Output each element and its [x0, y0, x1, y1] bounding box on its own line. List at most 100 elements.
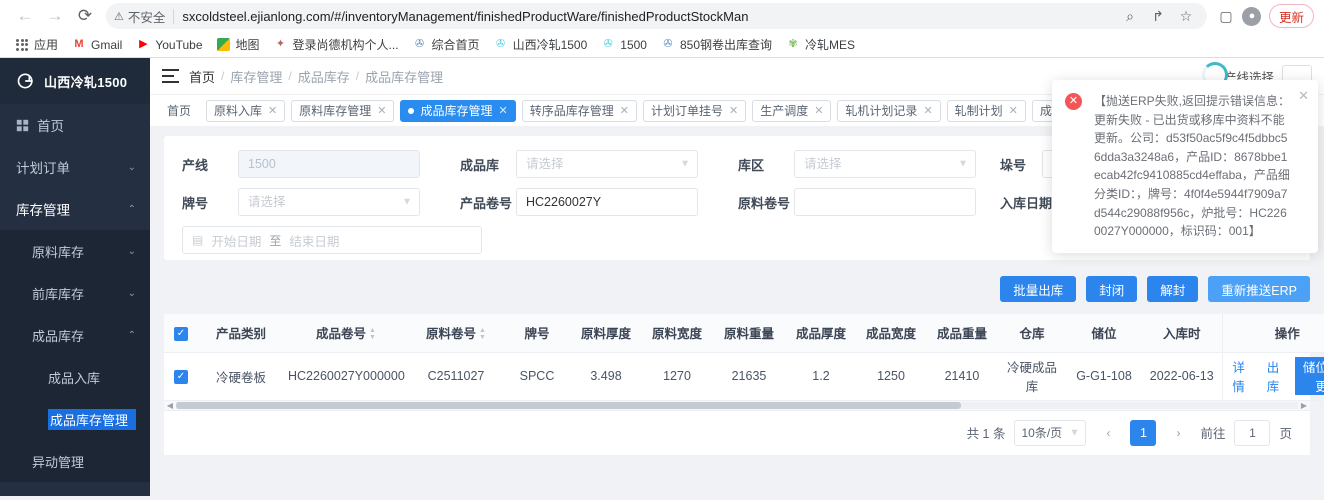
- close-icon[interactable]: ✕: [814, 104, 823, 117]
- tab-finished-stock-man[interactable]: 成品库存管理 ✕: [400, 99, 516, 122]
- breadcrumb-item[interactable]: 成品库存管理: [365, 67, 443, 86]
- sort-icon[interactable]: ▲ ▼: [369, 327, 376, 341]
- breadcrumb-item[interactable]: 首页: [189, 67, 215, 86]
- sidebar-item-finished-stock[interactable]: 成品库存 ⌃: [0, 314, 150, 356]
- prev-page-button[interactable]: ‹: [1095, 420, 1121, 446]
- tab-plan-order-hang[interactable]: 计划订单挂号 ✕: [642, 99, 747, 122]
- close-icon[interactable]: ✕: [620, 104, 629, 117]
- sidebar-item-change-management[interactable]: 异动管理: [0, 440, 150, 482]
- address-bar[interactable]: ⚠ 不安全 sxcoldsteel.ejianlong.com/#/invent…: [106, 3, 1207, 29]
- insecure-indicator[interactable]: ⚠ 不安全: [114, 7, 165, 26]
- select-all-checkbox[interactable]: ✓: [174, 326, 188, 341]
- close-icon[interactable]: ✕: [729, 104, 738, 117]
- bookmark-shangde[interactable]: ✦ 登录尚德机构个人...: [267, 34, 406, 55]
- reload-icon[interactable]: ⟳: [70, 2, 100, 30]
- row-checkbox[interactable]: ✓: [174, 370, 188, 384]
- tab-transfer-stock-man[interactable]: 转序品库存管理 ✕: [521, 99, 637, 122]
- table-horizontal-scrollbar[interactable]: ◀ ▶: [164, 400, 1310, 411]
- sidebar-item-label: 原料库存: [32, 244, 85, 260]
- end-date-placeholder[interactable]: 结束日期: [289, 231, 339, 250]
- tab-production-schedule[interactable]: 生产调度 ✕: [752, 99, 832, 122]
- jump-page-input[interactable]: [1234, 419, 1271, 446]
- bookmark-1500[interactable]: ✇ 1500: [594, 36, 654, 54]
- close-icon[interactable]: ✕: [377, 104, 386, 117]
- sort-icon[interactable]: ▲ ▼: [479, 327, 486, 341]
- close-icon[interactable]: ✕: [1009, 104, 1018, 117]
- close-icon[interactable]: ✕: [923, 104, 932, 117]
- forward-icon[interactable]: →: [40, 2, 70, 30]
- bookmark-lengzha-mes[interactable]: ✾ 冷轧MES: [779, 34, 862, 55]
- scroll-right-icon[interactable]: ▶: [1298, 401, 1310, 410]
- sidebar-item-finished-stock-man[interactable]: 成品库存管理: [0, 398, 150, 440]
- table-row[interactable]: ✓ 冷硬卷板 HC2260027Y000000 C2511027 SPCC 3.…: [164, 352, 1324, 401]
- chanpinjuanhao-input[interactable]: [516, 188, 698, 216]
- kuqu-select[interactable]: [794, 150, 976, 178]
- close-icon[interactable]: ✕: [499, 104, 508, 117]
- unseal-button[interactable]: 解封: [1147, 276, 1199, 302]
- chengpinku-field[interactable]: ▼: [516, 150, 698, 178]
- seal-button[interactable]: 封闭: [1086, 276, 1138, 302]
- chevron-down-icon: ⌄: [127, 245, 136, 257]
- bookmark-apps[interactable]: 应用: [8, 34, 65, 55]
- location-change-link[interactable]: 储位变更: [1295, 357, 1324, 395]
- bookmark-star-icon[interactable]: ☆: [1173, 3, 1199, 29]
- bookmark-gmail[interactable]: M Gmail: [65, 36, 129, 54]
- sidebar-item-front-stock[interactable]: 前库库存 ⌄: [0, 272, 150, 314]
- breadcrumb-item[interactable]: 库存管理: [230, 67, 282, 86]
- url-text[interactable]: sxcoldsteel.ejianlong.com/#/inventoryMan…: [182, 9, 1117, 24]
- kuqu-field[interactable]: ▼: [794, 150, 976, 178]
- yuanliaojuanhao-input[interactable]: [794, 188, 976, 216]
- row-select-cell[interactable]: ✓: [164, 352, 198, 401]
- sidebar-item-inventory-management[interactable]: 库存管理 ⌃: [0, 188, 150, 230]
- sidebar-item-home[interactable]: 首页: [0, 104, 150, 146]
- yuanliaojuanhao-field[interactable]: [794, 188, 976, 216]
- bookmark-maps[interactable]: 地图: [210, 34, 267, 55]
- back-icon[interactable]: ←: [10, 2, 40, 30]
- search-icon[interactable]: ⌕: [1117, 3, 1143, 29]
- repush-erp-button[interactable]: 重新推送ERP: [1208, 276, 1310, 302]
- detail-link[interactable]: 详情: [1227, 357, 1251, 395]
- sidebar-item-raw-stock[interactable]: 原料库存 ⌄: [0, 230, 150, 272]
- close-icon[interactable]: ✕: [268, 104, 277, 117]
- bookmark-steel850[interactable]: ✇ 850钢卷出库查询: [654, 34, 779, 55]
- paihao-field[interactable]: ▼: [238, 188, 420, 216]
- rukuriqi-daterange[interactable]: ▤ 开始日期 至 结束日期: [182, 226, 482, 254]
- tab-home[interactable]: 首页: [158, 99, 201, 122]
- chanxian-field[interactable]: [238, 150, 420, 178]
- tab-raw-inbound[interactable]: 原料入库 ✕: [206, 99, 286, 122]
- chanpinjuanhao-field[interactable]: [516, 188, 698, 216]
- tab-rolling-plan[interactable]: 轧制计划 ✕: [946, 99, 1026, 122]
- chanxian-input[interactable]: [238, 150, 420, 178]
- paihao-select[interactable]: [238, 188, 420, 216]
- page-size-select[interactable]: 10条/页 ▼: [1014, 419, 1087, 446]
- sidebar-item-label: 成品库存: [32, 328, 85, 344]
- scrollbar-thumb[interactable]: [176, 401, 962, 409]
- bookmark-zonghe[interactable]: ✇ 综合首页: [406, 34, 487, 55]
- outbound-link[interactable]: 出库: [1261, 357, 1285, 395]
- col-product-coil[interactable]: 成品卷号 ▲ ▼: [284, 314, 408, 353]
- start-date-placeholder[interactable]: 开始日期: [211, 231, 261, 250]
- update-button[interactable]: 更新: [1268, 4, 1314, 28]
- breadcrumb-item[interactable]: 成品库存: [298, 67, 350, 86]
- page-number-1[interactable]: 1: [1130, 419, 1157, 446]
- col-raw-coil[interactable]: 原料卷号 ▲ ▼: [408, 314, 504, 353]
- side-panel-icon[interactable]: ▢: [1213, 3, 1239, 29]
- menu-fold-icon[interactable]: [162, 69, 179, 83]
- select-all-header[interactable]: ✓: [164, 314, 198, 353]
- youtube-icon: ▶: [139, 38, 148, 50]
- profile-avatar[interactable]: ●: [1239, 3, 1265, 29]
- bookmark-youtube[interactable]: ▶ YouTube: [129, 36, 209, 54]
- scrollbar-track[interactable]: [176, 401, 1298, 409]
- bookmark-sxlz1500[interactable]: ✇ 山西冷轧1500: [487, 34, 595, 55]
- sidebar-item-label: 首页: [37, 119, 64, 134]
- sidebar-item-plan-order[interactable]: 计划订单 ⌄: [0, 146, 150, 188]
- tab-raw-stock-man[interactable]: 原料库存管理 ✕: [291, 99, 395, 122]
- next-page-button[interactable]: ›: [1165, 420, 1191, 446]
- close-icon[interactable]: ✕: [1298, 88, 1309, 104]
- share-icon[interactable]: ↱: [1145, 3, 1171, 29]
- batch-outbound-button[interactable]: 批量出库: [1000, 276, 1077, 302]
- sidebar-item-finished-inbound[interactable]: 成品入库: [0, 356, 150, 398]
- tab-mill-plan-record[interactable]: 轧机计划记录 ✕: [837, 99, 941, 122]
- chengpinku-select[interactable]: [516, 150, 698, 178]
- scroll-left-icon[interactable]: ◀: [164, 401, 176, 410]
